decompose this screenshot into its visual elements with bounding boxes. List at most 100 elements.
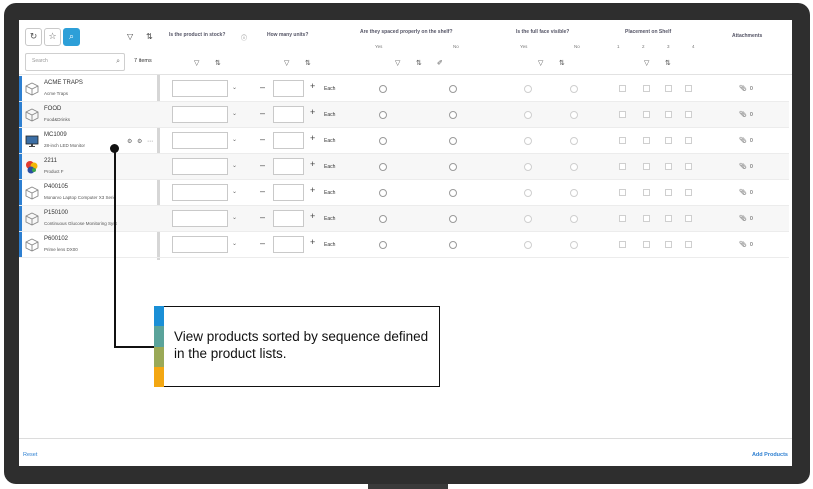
answer-radio[interactable] [524, 189, 532, 197]
placement-checkbox[interactable] [665, 163, 672, 170]
paperclip-icon[interactable]: 📎︎ [739, 189, 747, 196]
answer-radio[interactable] [570, 241, 578, 249]
answer-radio[interactable] [524, 85, 532, 93]
answer-radio[interactable] [570, 189, 578, 197]
more-icon[interactable]: ⋯ [147, 138, 153, 145]
table-row[interactable]: P150100 Continuous Glucose Monitoring Sys… [19, 206, 789, 232]
answer-radio[interactable] [379, 163, 387, 171]
chevron-down-icon[interactable]: ⌄ [232, 240, 237, 247]
paperclip-icon[interactable]: 📎︎ [739, 241, 747, 248]
quantity-input[interactable] [273, 210, 304, 227]
placement-checkbox[interactable] [619, 111, 626, 118]
answer-radio[interactable] [449, 215, 457, 223]
increment-button[interactable]: + [310, 185, 315, 195]
placement-checkbox[interactable] [665, 241, 672, 248]
answer-radio[interactable] [570, 215, 578, 223]
chevron-down-icon[interactable]: ⌄ [232, 188, 237, 195]
placement-checkbox[interactable] [643, 215, 650, 222]
face-sort-icon[interactable]: ⇅ [559, 59, 565, 67]
placement-checkbox[interactable] [665, 111, 672, 118]
in-stock-dropdown[interactable] [172, 106, 228, 123]
placement-filter-icon[interactable]: ▽ [644, 59, 649, 67]
placement-checkbox[interactable] [643, 111, 650, 118]
favorites-button[interactable]: ☆ [44, 28, 61, 46]
answer-radio[interactable] [449, 163, 457, 171]
answer-radio[interactable] [379, 137, 387, 145]
increment-button[interactable]: + [310, 211, 315, 221]
placement-checkbox[interactable] [665, 215, 672, 222]
face-filter-icon[interactable]: ▽ [538, 59, 543, 67]
reset-button[interactable]: Reset [23, 452, 37, 458]
placement-checkbox[interactable] [685, 163, 692, 170]
answer-radio[interactable] [570, 137, 578, 145]
search-toggle-button[interactable]: ⌕ [63, 28, 80, 46]
placement-checkbox[interactable] [619, 215, 626, 222]
chevron-down-icon[interactable]: ⌄ [232, 84, 237, 91]
answer-radio[interactable] [449, 137, 457, 145]
chevron-down-icon[interactable]: ⌄ [232, 214, 237, 221]
units-sort-icon[interactable]: ⇅ [305, 59, 311, 67]
placement-checkbox[interactable] [685, 215, 692, 222]
paperclip-icon[interactable]: 📎︎ [739, 163, 747, 170]
quantity-input[interactable] [273, 80, 304, 97]
in-stock-dropdown[interactable] [172, 132, 228, 149]
chevron-down-icon[interactable]: ⌄ [232, 110, 237, 117]
answer-radio[interactable] [570, 163, 578, 171]
sort-icon[interactable]: ⇅ [146, 32, 153, 41]
in-stock-dropdown[interactable] [172, 158, 228, 175]
placement-checkbox[interactable] [643, 189, 650, 196]
decrement-button[interactable]: – [260, 186, 265, 196]
placement-checkbox[interactable] [665, 137, 672, 144]
answer-radio[interactable] [379, 241, 387, 249]
table-row[interactable]: FOOD Food&Drinks ⌄ – + Each 📎︎ 0 [19, 102, 789, 128]
in-stock-dropdown[interactable] [172, 210, 228, 227]
placement-checkbox[interactable] [619, 85, 626, 92]
table-row[interactable]: 2211 Product F ⌄ – + Each 📎︎ 0 [19, 154, 789, 180]
table-row[interactable]: P400105 Monarvo Laptop Computer X3 Serie ⌄… [19, 180, 789, 206]
placement-checkbox[interactable] [685, 241, 692, 248]
refresh-button[interactable]: ↻ [25, 28, 42, 46]
spaced-attach-icon[interactable]: ✐ [437, 59, 443, 67]
info-icon[interactable]: ⓘ [241, 33, 247, 42]
paperclip-icon[interactable]: 📎︎ [739, 137, 747, 144]
paperclip-icon[interactable]: 📎︎ [739, 111, 747, 118]
answer-radio[interactable] [570, 85, 578, 93]
answer-radio[interactable] [524, 215, 532, 223]
paperclip-icon[interactable]: 📎︎ [739, 85, 747, 92]
settings-icon[interactable]: ⚙ [137, 138, 142, 145]
table-row[interactable]: P600102 Prime lens DX00 ⌄ – + Each 📎︎ 0 [19, 232, 789, 258]
filter-icon[interactable]: ▽ [127, 32, 133, 41]
in-stock-sort-icon[interactable]: ⇅ [215, 59, 221, 67]
placement-checkbox[interactable] [619, 163, 626, 170]
units-filter-icon[interactable]: ▽ [284, 59, 289, 67]
decrement-button[interactable]: – [260, 212, 265, 222]
in-stock-filter-icon[interactable]: ▽ [194, 59, 199, 67]
placement-checkbox[interactable] [665, 85, 672, 92]
placement-checkbox[interactable] [619, 241, 626, 248]
increment-button[interactable]: + [310, 237, 315, 247]
quantity-input[interactable] [273, 132, 304, 149]
search-input[interactable]: Search ⌕ [25, 53, 125, 71]
answer-radio[interactable] [379, 85, 387, 93]
add-products-button[interactable]: Add Products [752, 452, 788, 458]
answer-radio[interactable] [379, 111, 387, 119]
answer-radio[interactable] [524, 241, 532, 249]
placement-sort-icon[interactable]: ⇅ [665, 59, 671, 67]
answer-radio[interactable] [570, 111, 578, 119]
placement-checkbox[interactable] [685, 137, 692, 144]
placement-checkbox[interactable] [685, 189, 692, 196]
answer-radio[interactable] [524, 137, 532, 145]
table-row[interactable]: ACME TRAPS Acme Traps ⌄ – + Each 📎︎ 0 [19, 76, 789, 102]
spaced-filter-icon[interactable]: ▽ [395, 59, 400, 67]
placement-checkbox[interactable] [665, 189, 672, 196]
decrement-button[interactable]: – [260, 134, 265, 144]
decrement-button[interactable]: – [260, 108, 265, 118]
placement-checkbox[interactable] [643, 241, 650, 248]
placement-checkbox[interactable] [643, 85, 650, 92]
placement-checkbox[interactable] [685, 85, 692, 92]
chevron-down-icon[interactable]: ⌄ [232, 162, 237, 169]
increment-button[interactable]: + [310, 81, 315, 91]
placement-checkbox[interactable] [643, 163, 650, 170]
answer-radio[interactable] [449, 111, 457, 119]
quantity-input[interactable] [273, 236, 304, 253]
